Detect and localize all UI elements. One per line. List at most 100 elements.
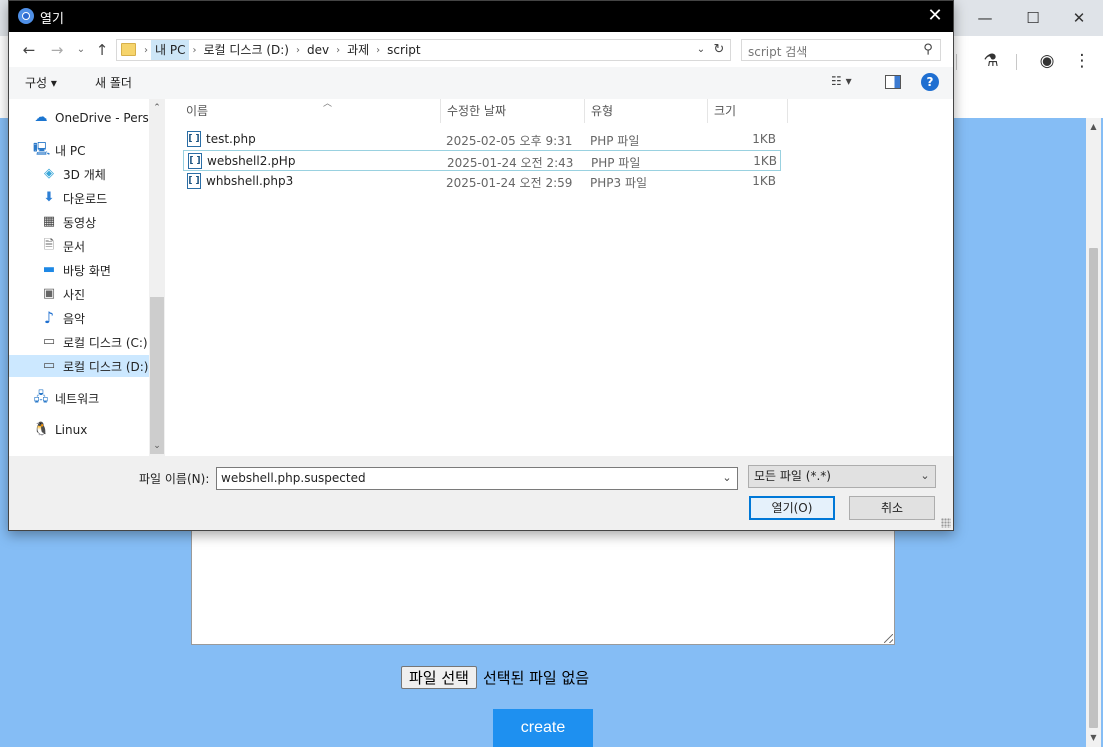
page-scroll-thumb[interactable] [1089,248,1098,728]
breadcrumb-drive-d[interactable]: 로컬 디스크 (D:) [199,40,292,60]
file-input: 파일 선택 선택된 파일 없음 [401,665,589,689]
search-placeholder: script 검색 [748,45,808,59]
command-bar: 구성 ▾ 새 폴더 ☷ ▾ ? [9,67,953,99]
breadcrumb-chevron-icon[interactable]: › [333,45,343,56]
drive-icon: ▭ [42,334,56,349]
linux-penguin-icon: 🐧 [33,422,50,437]
scroll-down-arrow-icon[interactable]: ⌄ [149,439,165,453]
nav-item-3d-objects[interactable]: ◈ 3D 개체 [9,163,149,185]
address-dropdown-icon[interactable]: ⌄ [694,42,708,58]
column-header-date[interactable]: 수정한 날짜 [441,99,585,123]
nav-item-my-pc[interactable]: 🖳 내 PC [9,139,149,161]
php-file-icon [187,173,201,189]
close-icon[interactable]: ✕ [923,4,947,28]
breadcrumb-assignment[interactable]: 과제 [343,40,373,60]
search-input[interactable]: script 검색 ⚲ [741,39,941,61]
nav-item-downloads[interactable]: ⬇ 다운로드 [9,187,149,209]
create-button[interactable]: create [493,709,593,747]
chrome-app-icon [18,8,34,24]
breadcrumb-chevron-icon[interactable]: › [293,45,303,56]
profile-icon[interactable]: ◉ [1034,48,1060,74]
nav-item-music[interactable]: ♪ 음악 [9,307,149,329]
dialog-title: 열기 [40,12,64,27]
dialog-title-bar[interactable]: 열기 ✕ [9,1,953,32]
breadcrumb-chevron-icon[interactable]: › [373,45,383,56]
file-name: test.php [206,132,256,146]
breadcrumb-chevron-icon[interactable]: › [141,45,151,56]
close-window-icon[interactable]: ✕ [1056,4,1102,32]
nav-item-videos[interactable]: ▦ 동영상 [9,211,149,233]
address-bar[interactable]: › 내 PC › 로컬 디스크 (D:) › dev › 과제 › script… [116,39,731,61]
file-row[interactable]: test.php 2025-02-05 오후 9:31 PHP 파일 1KB [183,129,781,150]
drive-icon: ▭ [42,358,56,373]
document-icon: 🗎 [43,238,55,253]
organize-button[interactable]: 구성 ▾ [25,74,57,92]
3d-objects-icon: ◈ [44,166,54,181]
nav-item-pictures[interactable]: ▣ 사진 [9,283,149,305]
breadcrumb-dev[interactable]: dev [303,40,333,60]
preview-pane-icon[interactable] [885,75,901,89]
breadcrumb-my-pc[interactable]: 내 PC [151,40,190,60]
cancel-button[interactable]: 취소 [849,496,935,520]
scroll-down-arrow-icon[interactable]: ▼ [1086,731,1101,745]
page-scrollbar[interactable]: ▲ ▼ [1086,118,1101,747]
desktop-icon: ▬ [42,262,56,277]
scroll-up-arrow-icon[interactable]: ⌃ [149,101,165,115]
nav-item-desktop[interactable]: ▬ 바탕 화면 [9,259,149,281]
help-icon[interactable]: ? [921,73,939,91]
recent-locations-chevron-icon[interactable]: ⌄ [71,40,91,60]
filename-field[interactable]: webshell.php.suspected [216,467,738,490]
nav-item-documents[interactable]: 🗎 문서 [9,235,149,257]
labs-flask-icon[interactable]: ⚗ [978,48,1004,74]
content-textarea[interactable] [191,528,895,645]
file-size: 1KB [752,132,776,146]
minimize-icon[interactable]: — [962,4,1008,32]
breadcrumb: › 내 PC › 로컬 디스크 (D:) › dev › 과제 › script [141,40,425,60]
nav-item-drive-c[interactable]: ▭ 로컬 디스크 (C:) [9,331,149,353]
file-row[interactable]: webshell2.pHp 2025-01-24 오전 2:43 PHP 파일 … [183,150,781,171]
computer-icon: 🖳 [33,142,51,157]
up-arrow-icon[interactable]: ↑ [92,40,112,60]
new-folder-button[interactable]: 새 폴더 [95,74,132,92]
column-header-name[interactable]: 이름 [180,99,441,123]
nav-item-drive-d[interactable]: ▭ 로컬 디스크 (D:) [9,355,149,377]
nav-item-onedrive[interactable]: ☁ OneDrive - Person [9,107,150,129]
view-options-button[interactable]: ☷ ▾ [831,74,852,88]
nav-item-network[interactable]: 🖧 네트워크 [9,387,149,409]
resize-grip-icon[interactable] [884,634,893,643]
nav-item-linux[interactable]: 🐧 Linux [9,419,149,441]
php-file-icon [187,131,201,147]
file-type: PHP3 파일 [590,176,648,190]
maximize-icon[interactable]: ☐ [1010,4,1056,32]
picture-icon: ▣ [42,286,56,301]
video-icon: ▦ [42,214,56,229]
nav-item-label: 다운로드 [63,191,108,206]
nav-item-label: 사진 [63,287,86,302]
forward-arrow-icon[interactable]: → [47,40,67,60]
file-size: 1KB [753,154,777,168]
refresh-icon[interactable]: ↻ [710,41,728,59]
file-type-select[interactable]: 모든 파일 (*.*) ⌄ [748,465,936,488]
back-arrow-icon[interactable]: ← [19,40,39,60]
breadcrumb-script[interactable]: script [383,40,424,60]
choose-file-button[interactable]: 파일 선택 [401,665,477,689]
column-header-type[interactable]: 유형 [585,99,708,123]
file-date: 2025-01-24 오전 2:59 [446,176,573,190]
open-button[interactable]: 열기(O) [749,496,835,520]
breadcrumb-chevron-icon[interactable]: › [189,45,199,56]
filename-dropdown-chevron-icon[interactable]: ⌄ [718,469,736,487]
address-row: ← → ⌄ ↑ › 내 PC › 로컬 디스크 (D:) › dev › 과제 … [9,32,953,67]
navigation-scroll-thumb[interactable] [150,297,164,454]
column-header-size[interactable]: 크기 [708,99,788,123]
dialog-footer: 파일 이름(N): webshell.php.suspected ⌄ 모든 파일… [9,456,953,530]
nav-item-label: 네트워크 [55,391,100,406]
scroll-up-arrow-icon[interactable]: ▲ [1086,120,1101,134]
more-menu-icon[interactable]: ⋮ [1069,48,1095,74]
chevron-down-icon: ⌄ [920,469,930,482]
nav-item-label: 로컬 디스크 (C:) [63,335,148,350]
nav-item-label: Linux [55,423,88,437]
search-icon[interactable]: ⚲ [920,42,936,58]
file-row[interactable]: whbshell.php3 2025-01-24 오전 2:59 PHP3 파일… [183,171,781,192]
dialog-resize-grip-icon[interactable] [941,518,951,528]
navigation-scrollbar[interactable]: ⌃ ⌄ [149,99,165,456]
